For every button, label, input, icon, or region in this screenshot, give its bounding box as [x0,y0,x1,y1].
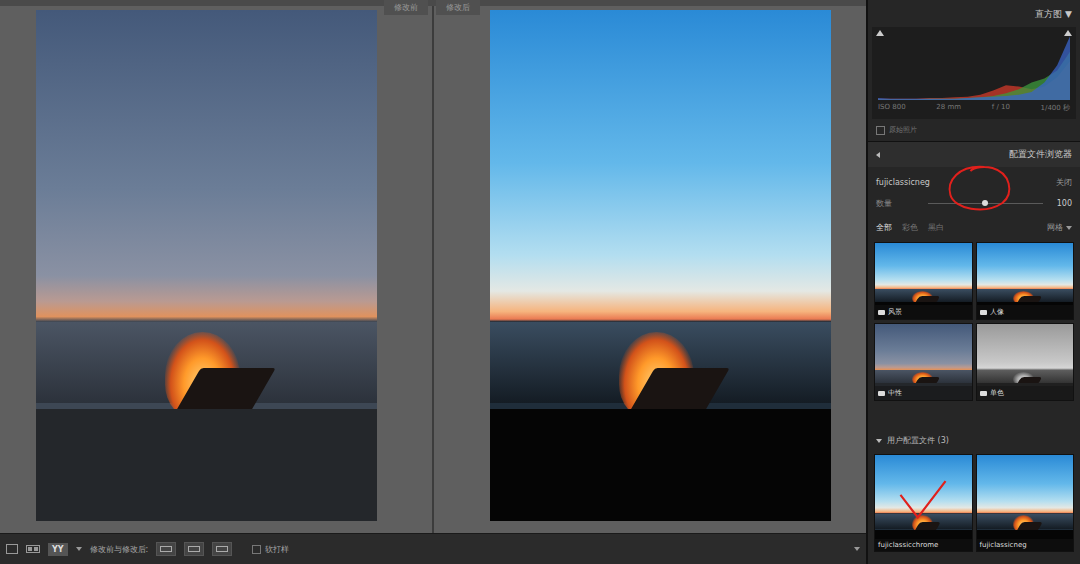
camera-info-item: f / 10 [992,103,1010,113]
profile-label: 风景 [875,305,972,319]
camera-info-item: 1/400 秒 [1041,103,1070,113]
filter-row: 全部彩色黑白 网格 [872,214,1076,238]
profile-thumbnail[interactable]: fujiclassicchrome [874,454,973,552]
photo [36,10,377,521]
filter-tab[interactable]: 黑白 [928,222,944,233]
user-profile-grid: fujiclassicchrome fujiclassicneg [872,450,1076,556]
pane-label: 修改后 [436,0,480,15]
compare-label: 修改前与修改后: [90,544,149,555]
amount-label: 数量 [876,198,892,209]
filter-tab[interactable]: 彩色 [902,222,918,233]
right-panel: 直方图 ▼ ISO 800 28 mm f / 10 1/400 秒原始照片配置文件浏览… [866,0,1080,564]
toolbar: YY 修改前与修改后: 软打样 [0,533,866,564]
camera-icon [878,310,885,315]
camera-icon [878,391,885,396]
red-check-annotation [897,479,949,523]
profile-browser-header[interactable]: 配置文件浏览器 [868,141,1080,167]
shadow-clipping-icon[interactable] [876,30,884,36]
view-dropdown[interactable]: 网格 [1047,222,1072,233]
expand-icon[interactable] [876,439,882,443]
histogram-chart [878,33,1070,100]
compare-pane: 修改前 [0,6,434,533]
camera-icon [980,310,987,315]
grid-view-icon[interactable] [26,545,40,553]
compare-view-button[interactable]: YY [48,543,68,556]
camera-info-item: ISO 800 [878,103,906,113]
pane-label: 修改前 [384,0,428,15]
compare-pane: 修改后 [434,6,866,533]
profile-thumbnail[interactable]: 中性 [874,323,973,401]
histogram-header[interactable]: 直方图 ▼ [872,0,1076,27]
profile-label: fujiclassicchrome [875,539,972,551]
dropdown-icon[interactable] [76,547,82,551]
close-button[interactable]: 关闭 [1056,177,1072,188]
slider-thumb[interactable] [982,200,988,206]
profile-label: 中性 [875,386,972,400]
camera-icon [980,391,987,396]
copy-before-icon[interactable] [156,542,176,556]
lightroom-window: 修改前修改后 YY 修改前与修改后: 软打样 直方图 ▼ ISO 800 28 mm f / … [0,0,1080,564]
profile-label: fujiclassicneg [977,539,1074,551]
amount-slider[interactable] [928,203,1043,204]
photo [490,10,831,521]
compare-view: 修改前修改后 [0,0,866,533]
histogram-series [878,36,1070,100]
camera-info: ISO 800 28 mm f / 10 1/400 秒 [878,100,1070,113]
profile-thumbnail[interactable]: fujiclassicneg [976,454,1075,552]
profile-grid: 风景人像中性单色 [872,238,1076,405]
user-profiles-header[interactable]: 用户配置文件 (3) [872,405,1076,450]
profile-label: 单色 [977,386,1074,400]
profile-thumbnail[interactable]: 单色 [976,323,1075,401]
back-icon[interactable] [876,152,880,158]
loupe-view-icon[interactable] [6,544,18,554]
red-circle-annotation [945,163,1015,215]
copy-after-icon[interactable] [184,542,204,556]
original-photo-checkbox[interactable]: 原始照片 [872,119,1076,141]
amount-value[interactable]: 100 [1057,199,1072,208]
profile-row: fujiclassicneg 关闭 [872,167,1076,193]
soft-proof-checkbox[interactable]: 软打样 [252,544,289,555]
thumbnail-photo [875,455,972,551]
histogram: ISO 800 28 mm f / 10 1/400 秒 [872,27,1076,119]
swap-icon[interactable] [212,542,232,556]
profile-thumbnail[interactable]: 风景 [874,242,973,320]
toolbar-menu-icon[interactable] [854,547,860,551]
main-area: 修改前修改后 YY 修改前与修改后: 软打样 [0,0,866,564]
profile-thumbnail[interactable]: 人像 [976,242,1075,320]
highlight-clipping-icon[interactable] [1064,30,1072,36]
camera-info-item: 28 mm [936,103,961,113]
profile-name: fujiclassicneg [876,178,1050,187]
profile-label: 人像 [977,305,1074,319]
amount-slider-row: 数量 100 [872,193,1076,214]
filter-tab[interactable]: 全部 [876,222,892,233]
thumbnail-photo [977,455,1074,551]
